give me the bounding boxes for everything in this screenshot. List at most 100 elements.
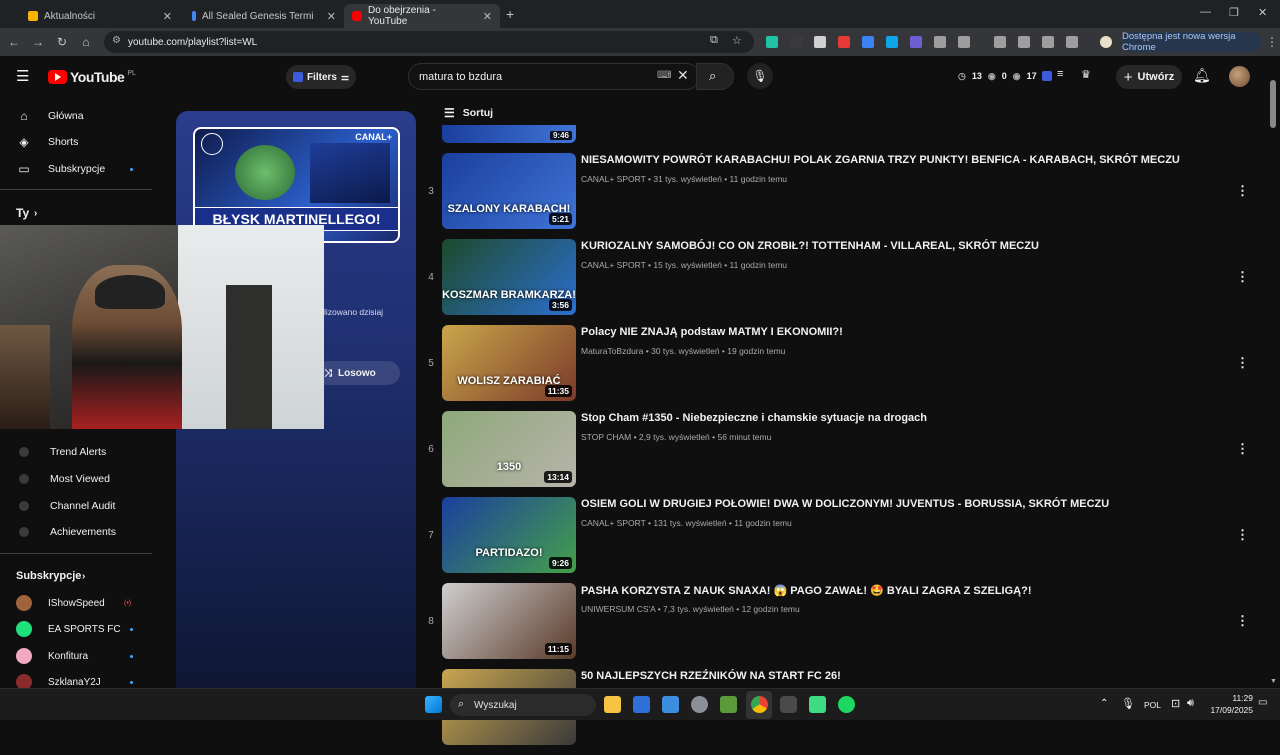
- video-thumbnail[interactable]: 11:15: [442, 583, 576, 659]
- browser-tab-2[interactable]: All Sealed Genesis Terminal Sk... ✕: [184, 4, 344, 28]
- video-thumbnail[interactable]: SZALONY KARABACH! 5:21: [442, 153, 576, 229]
- extension-icon[interactable]: [994, 36, 1006, 48]
- search-button[interactable]: ⌕: [696, 63, 734, 90]
- minimize-icon[interactable]: —: [1200, 6, 1211, 18]
- video-title[interactable]: NIESAMOWITY POWRÓT KARABACHU! POLAK ZGAR…: [581, 154, 1180, 166]
- notification-center-icon[interactable]: ▭: [1258, 697, 1267, 708]
- extension-icon[interactable]: [814, 36, 826, 48]
- voice-search-button[interactable]: 🎙: [747, 63, 773, 89]
- more-options-icon[interactable]: ⋮: [1236, 441, 1249, 457]
- chrome-menu-icon[interactable]: ⋮: [1266, 35, 1278, 49]
- more-options-icon[interactable]: ⋮: [1236, 527, 1249, 543]
- subscription-item[interactable]: EA SPORTS FC: [0, 616, 152, 642]
- clock-date[interactable]: 17/09/2025: [1207, 705, 1253, 715]
- playlist-video-row[interactable]: 8 11:15 PASHA KORZYSTA Z NAUK SNAXA! 😱 PAG…: [420, 583, 1280, 669]
- subscription-item[interactable]: IShowSpeed (•): [0, 590, 152, 616]
- list-icon[interactable]: ≡: [1057, 68, 1063, 80]
- sidebar-item-home[interactable]: ⌂ Główna: [0, 103, 152, 129]
- reload-icon[interactable]: ↻: [54, 34, 70, 50]
- playlist-video-row[interactable]: 4 KOSZMAR BRAMKARZA! 3:56 KURIOZALNY SAMOBÓ…: [420, 239, 1280, 325]
- app-icon[interactable]: [720, 696, 737, 713]
- app-icon[interactable]: [780, 696, 797, 713]
- tray-chevron-icon[interactable]: ⌃: [1100, 698, 1108, 709]
- download-icon[interactable]: [1042, 36, 1054, 48]
- sidebar-item-subscriptions[interactable]: ▭ Subskrypcje: [0, 156, 152, 182]
- photos-icon[interactable]: [662, 696, 679, 713]
- extension-icon[interactable]: [791, 36, 803, 48]
- extension-icon[interactable]: [886, 36, 898, 48]
- sidebar-subscriptions-header[interactable]: Subskrypcje ›: [0, 563, 152, 589]
- filters-button[interactable]: Filters ⚌: [286, 65, 356, 89]
- sidebar-item-trend-alerts[interactable]: Trend Alerts: [0, 439, 152, 465]
- microphone-tray-icon[interactable]: 🎙: [1121, 697, 1135, 710]
- video-title[interactable]: KURIOZALNY SAMOBÓJ! CO ON ZROBIŁ?! TOTTE…: [581, 240, 1039, 252]
- address-bar[interactable]: ⚙ youtube.com/playlist?list=WL ⧉ ☆: [104, 31, 754, 53]
- close-tab-icon[interactable]: ✕: [483, 10, 492, 23]
- profile-avatar-icon[interactable]: [1100, 36, 1112, 48]
- account-avatar[interactable]: [1229, 66, 1250, 87]
- translate-icon[interactable]: [1066, 36, 1078, 48]
- create-button[interactable]: + Utwórz: [1116, 65, 1182, 89]
- sidebar-item-shorts[interactable]: ◈ Shorts: [0, 129, 152, 155]
- playlist-video-row[interactable]: 7 PARTIDAZO! 9:26 OSIEM GOLI W DRUGIEJ POŁO…: [420, 497, 1280, 583]
- keyboard-icon[interactable]: ⌨: [657, 70, 671, 81]
- ext-badge-icon[interactable]: [1042, 71, 1052, 81]
- site-info-icon[interactable]: ⚙: [112, 35, 121, 46]
- more-options-icon[interactable]: ⋮: [1236, 269, 1249, 285]
- browser-tab-1[interactable]: Aktualności ✕: [20, 4, 180, 28]
- video-title[interactable]: OSIEM GOLI W DRUGIEJ POŁOWIE! DWA W DOLI…: [581, 498, 1109, 510]
- sidebar-you-header[interactable]: Ty ›: [0, 200, 152, 226]
- sidebar-item-channel-audit[interactable]: Channel Audit: [0, 493, 152, 519]
- sort-button[interactable]: ☰ Sortuj: [444, 106, 493, 120]
- restore-icon[interactable]: ❐: [1229, 6, 1239, 19]
- close-tab-icon[interactable]: ✕: [327, 10, 336, 23]
- scroll-down-icon[interactable]: ▼: [1270, 678, 1277, 685]
- home-icon[interactable]: ⌂: [78, 34, 94, 50]
- store-icon[interactable]: [633, 696, 650, 713]
- cast-icon[interactable]: ⧉: [710, 34, 718, 47]
- subscription-item[interactable]: Konfitura: [0, 643, 152, 669]
- hamburger-menu-icon[interactable]: ☰: [16, 67, 29, 85]
- chrome-update-button[interactable]: Dostępna jest nowa wersja Chrome: [1122, 31, 1262, 53]
- extension-icon[interactable]: [934, 36, 946, 48]
- extension-icon[interactable]: [910, 36, 922, 48]
- clock-time[interactable]: 11:29: [1207, 693, 1253, 703]
- video-title[interactable]: PASHA KORZYSTA Z NAUK SNAXA! 😱 PAGO ZAWA…: [581, 584, 1031, 597]
- page-scrollbar-thumb[interactable]: [1270, 80, 1276, 128]
- file-explorer-icon[interactable]: [604, 696, 621, 713]
- windows-start-icon[interactable]: [425, 696, 442, 713]
- video-title[interactable]: Stop Cham #1350 - Niebezpieczne i chamsk…: [581, 412, 927, 424]
- volume-icon[interactable]: 🔊︎: [1187, 697, 1194, 710]
- bookmark-star-icon[interactable]: ☆: [732, 34, 742, 47]
- language-indicator[interactable]: POL: [1144, 700, 1161, 710]
- more-options-icon[interactable]: ⋮: [1236, 613, 1249, 629]
- network-icon[interactable]: ⊡: [1171, 697, 1180, 710]
- more-options-icon[interactable]: ⋮: [1236, 355, 1249, 371]
- new-tab-icon[interactable]: +: [506, 6, 514, 22]
- close-tab-icon[interactable]: ✕: [163, 10, 172, 23]
- extension-icon[interactable]: [838, 36, 850, 48]
- video-thumbnail[interactable]: PARTIDAZO! 9:26: [442, 497, 576, 573]
- notifications-bell-icon[interactable]: 🔔︎: [1193, 67, 1211, 84]
- clear-search-icon[interactable]: ✕: [677, 67, 689, 84]
- search-input[interactable]: matura to bzdura ⌨ ✕: [408, 63, 700, 90]
- video-thumbnail[interactable]: WOLISZ ZARABIAĆ 11:35: [442, 325, 576, 401]
- extension-icon[interactable]: [1018, 36, 1030, 48]
- more-options-icon[interactable]: ⋮: [1236, 183, 1249, 199]
- chrome-icon[interactable]: [751, 696, 768, 713]
- extensions-puzzle-icon[interactable]: [958, 36, 970, 48]
- browser-tab-active[interactable]: Do obejrzenia - YouTube ✕: [344, 4, 500, 28]
- sidebar-item-most-viewed[interactable]: Most Viewed: [0, 466, 152, 492]
- playlist-video-row[interactable]: 3 SZALONY KARABACH! 5:21 NIESAMOWITY POWRÓT…: [420, 153, 1280, 239]
- trophy-icon[interactable]: ♛: [1081, 68, 1091, 81]
- previous-video-thumbnail[interactable]: 9:46: [442, 125, 576, 143]
- video-title[interactable]: 50 NAJLEPSZYCH RZEŹNIKÓW NA START FC 26!: [581, 670, 841, 682]
- extension-icon[interactable]: [862, 36, 874, 48]
- app-icon[interactable]: [809, 696, 826, 713]
- video-title[interactable]: Polacy NIE ZNAJĄ podstaw MATMY I EKONOMI…: [581, 326, 843, 338]
- back-icon[interactable]: ←: [6, 34, 22, 50]
- playlist-video-row[interactable]: 5 WOLISZ ZARABIAĆ 11:35 Polacy NIE ZNAJĄ po…: [420, 325, 1280, 411]
- settings-gear-icon[interactable]: [691, 696, 708, 713]
- spotify-icon[interactable]: [838, 696, 855, 713]
- taskbar-search[interactable]: ⌕ Wyszukaj: [450, 694, 596, 716]
